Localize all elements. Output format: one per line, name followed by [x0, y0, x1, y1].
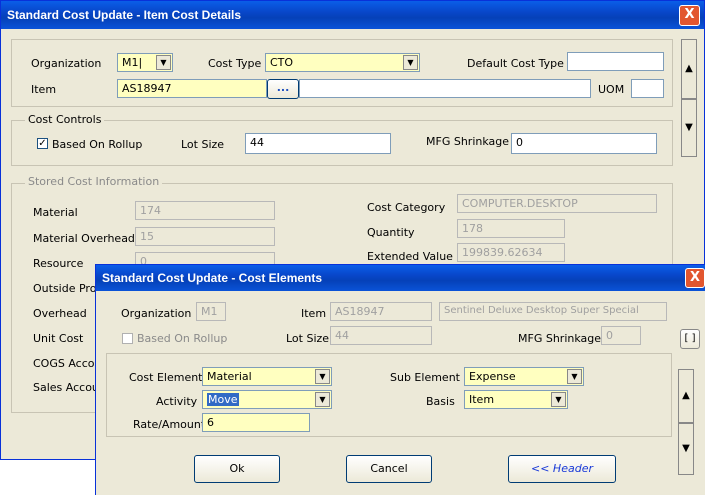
- dialog-mfg-shrinkage-label: MFG Shrinkage: [518, 332, 602, 345]
- cost-element-select[interactable]: Material ▼: [202, 367, 332, 386]
- cost-category-field: COMPUTER.DESKTOP: [457, 194, 657, 213]
- rate-amount-label: Rate/Amount: [133, 418, 206, 431]
- dialog-organization-label: Organization: [121, 307, 192, 320]
- main-title-bar[interactable]: Standard Cost Update - Item Cost Details: [1, 1, 704, 29]
- resource-label: Resource: [33, 257, 84, 270]
- material-label: Material: [33, 206, 78, 219]
- cost-controls-title: Cost Controls: [25, 113, 105, 126]
- item-lov-button[interactable]: ...: [267, 79, 299, 99]
- chevron-down-icon[interactable]: ▼: [551, 392, 566, 407]
- item-description-field: [299, 79, 591, 98]
- cost-type-select[interactable]: CTO ▼: [265, 53, 420, 72]
- dialog-title-bar[interactable]: Standard Cost Update - Cost Elements: [96, 265, 705, 291]
- material-overhead-label: Material Overhead: [33, 232, 135, 245]
- dialog-organization-field: M1: [196, 302, 226, 321]
- dialog-item-label: Item: [301, 307, 327, 320]
- basis-select[interactable]: Item ▼: [464, 390, 568, 409]
- main-title: Standard Cost Update - Item Cost Details: [7, 8, 242, 22]
- main-scroll-up-button[interactable]: ▲: [681, 39, 697, 99]
- chevron-down-icon[interactable]: ▼: [315, 369, 330, 384]
- chevron-down-icon[interactable]: ▼: [315, 392, 330, 407]
- arrow-up-icon: ▲: [685, 63, 693, 74]
- cost-elements-dialog: Standard Cost Update - Cost Elements X O…: [95, 264, 705, 495]
- sub-element-label: Sub Element: [390, 371, 460, 384]
- basis-value: Item: [469, 393, 495, 406]
- outside-processing-label: Outside Proc: [33, 282, 103, 295]
- arrow-up-icon: ▲: [682, 390, 690, 401]
- dialog-based-on-rollup-label: Based On Rollup: [137, 332, 228, 345]
- dialog-scroll-down-button[interactable]: ▼: [678, 423, 694, 475]
- main-scroll-down-button[interactable]: ▼: [681, 99, 697, 157]
- item-label: Item: [31, 83, 57, 96]
- main-close-button[interactable]: X: [679, 5, 700, 26]
- dialog-item-description-field: Sentinel Deluxe Desktop Super Special: [439, 302, 667, 321]
- chevron-down-icon[interactable]: ▼: [567, 369, 582, 384]
- quantity-field: 178: [457, 219, 565, 238]
- dialog-mfg-shrinkage-field: 0: [601, 326, 641, 345]
- unit-cost-label: Unit Cost: [33, 332, 84, 345]
- chevron-down-icon[interactable]: ▼: [156, 55, 171, 70]
- header-button[interactable]: << Header: [508, 455, 616, 483]
- organization-label: Organization: [31, 57, 102, 70]
- cancel-button[interactable]: Cancel: [346, 455, 432, 483]
- default-cost-type-label: Default Cost Type: [467, 57, 564, 70]
- item-field[interactable]: AS18947: [117, 79, 267, 98]
- dialog-scroll-up-button[interactable]: ▲: [678, 369, 694, 423]
- based-on-rollup-label: Based On Rollup: [52, 138, 143, 151]
- organization-select[interactable]: M1| ▼: [117, 53, 173, 72]
- stored-cost-title: Stored Cost Information: [25, 175, 163, 188]
- cost-element-value: Material: [207, 370, 252, 383]
- dialog-close-button[interactable]: X: [685, 268, 705, 288]
- activity-select[interactable]: Move ▼: [202, 390, 332, 409]
- arrow-down-icon: ▼: [685, 122, 693, 133]
- lot-size-label: Lot Size: [181, 138, 225, 151]
- based-on-rollup-checkbox[interactable]: ✓: [37, 138, 48, 149]
- extended-value-field: 199839.62634: [457, 243, 565, 262]
- basis-label: Basis: [426, 395, 455, 408]
- dialog-based-on-rollup-checkbox: [122, 333, 133, 344]
- lot-size-field[interactable]: 44: [245, 133, 391, 154]
- rate-amount-field[interactable]: 6: [202, 413, 310, 432]
- cogs-account-label: COGS Accou: [33, 357, 102, 370]
- dialog-bracket-button[interactable]: [ ]: [680, 329, 700, 349]
- cost-element-label: Cost Element: [129, 371, 203, 384]
- extended-value-label: Extended Value: [367, 250, 453, 263]
- activity-value: Move: [207, 393, 239, 406]
- mfg-shrinkage-field[interactable]: 0: [511, 133, 657, 154]
- dialog-lot-size-label: Lot Size: [286, 332, 330, 345]
- sales-account-label: Sales Accour: [33, 381, 104, 394]
- sub-element-value: Expense: [469, 370, 516, 383]
- arrow-down-icon: ▼: [682, 443, 690, 454]
- default-cost-type-field: [567, 52, 664, 71]
- dialog-title: Standard Cost Update - Cost Elements: [102, 271, 323, 285]
- cost-type-value: CTO: [270, 56, 294, 69]
- quantity-label: Quantity: [367, 226, 415, 239]
- cost-category-label: Cost Category: [367, 201, 446, 214]
- ok-button[interactable]: Ok: [194, 455, 280, 483]
- activity-label: Activity: [156, 395, 198, 408]
- material-overhead-field: 15: [135, 227, 275, 246]
- chevron-down-icon[interactable]: ▼: [403, 55, 418, 70]
- cost-type-label: Cost Type: [208, 57, 262, 70]
- mfg-shrinkage-label: MFG Shrinkage: [426, 135, 510, 148]
- uom-label: UOM: [598, 83, 625, 96]
- dialog-lot-size-field: 44: [330, 326, 432, 345]
- organization-value: M1|: [122, 56, 143, 69]
- dialog-item-field: AS18947: [330, 302, 432, 321]
- sub-element-select[interactable]: Expense ▼: [464, 367, 584, 386]
- material-field: 174: [135, 201, 275, 220]
- overhead-label: Overhead: [33, 307, 87, 320]
- uom-field: [631, 79, 664, 98]
